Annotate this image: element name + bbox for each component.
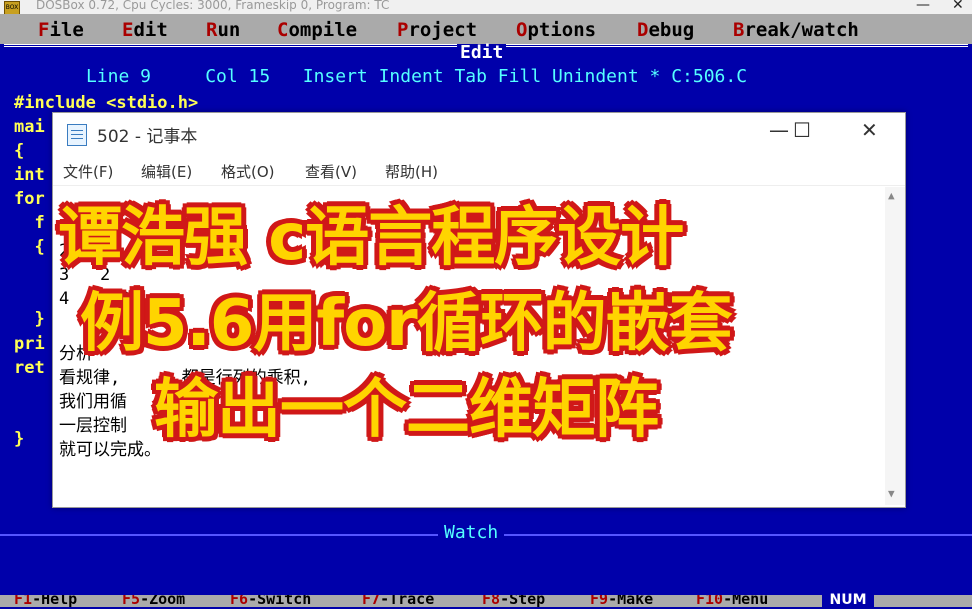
notepad-titlebar[interactable]: 502 - 记事本 — ☐ ✕ — [53, 113, 905, 155]
dosbox-minimize-button[interactable]: — — [916, 0, 930, 13]
dosbox-close-button[interactable]: ✕ — [952, 0, 964, 13]
code-line[interactable]: for — [14, 188, 45, 210]
code-line[interactable]: int — [14, 164, 45, 186]
code-line[interactable]: { — [14, 140, 24, 162]
notepad-minimize-button[interactable]: — — [769, 118, 789, 142]
code-line[interactable]: } — [14, 308, 44, 330]
dosbox-window-title: DOSBox 0.72, Cpu Cycles: 3000, Frameskip… — [36, 0, 390, 12]
tc-menubar: File Edit Run Compile Project Options De… — [0, 14, 972, 44]
scroll-up-arrow-icon[interactable]: ▲ — [888, 189, 895, 202]
num-lock-indicator: NUM — [822, 592, 874, 608]
menu-break-watch[interactable]: Break/watch — [733, 19, 859, 41]
fkey-zoom[interactable]: F5-Zoom — [122, 595, 185, 607]
notepad-vertical-scrollbar[interactable]: ▲ ▼ — [885, 187, 905, 505]
notepad-menu-help[interactable]: 帮助(H) — [385, 161, 438, 182]
code-line[interactable]: mai — [14, 116, 45, 138]
overlay-caption-line-1: 谭浩强 c语言程序设计 — [58, 201, 684, 275]
menu-options[interactable]: Options — [516, 19, 596, 41]
notepad-menubar: 文件(F) 编辑(E) 格式(O) 查看(V) 帮助(H) — [53, 155, 905, 186]
notepad-title: 502 - 记事本 — [97, 127, 198, 147]
notepad-menu-view[interactable]: 查看(V) — [305, 161, 357, 182]
scroll-down-arrow-icon[interactable]: ▼ — [888, 487, 895, 500]
overlay-caption-line-2: 例5.6用for循环的嵌套 — [80, 287, 733, 361]
fkey-make[interactable]: F9-Make — [590, 595, 653, 607]
notepad-menu-file[interactable]: 文件(F) — [63, 161, 113, 182]
watch-window-title: Watch — [438, 522, 505, 543]
notepad-icon — [67, 124, 87, 146]
notepad-menu-edit[interactable]: 编辑(E) — [141, 161, 192, 182]
code-line[interactable]: { — [14, 236, 44, 258]
code-line[interactable]: } — [14, 428, 24, 450]
menu-compile[interactable]: Compile — [277, 19, 357, 41]
fkey-help[interactable]: F1-Help — [14, 595, 77, 607]
code-line[interactable]: ret — [14, 357, 45, 379]
notepad-close-button[interactable]: ✕ — [861, 118, 878, 142]
fkey-menu[interactable]: F10-Menu — [696, 595, 768, 607]
notepad-menu-format[interactable]: 格式(O) — [221, 161, 275, 182]
code-line[interactable]: f — [14, 212, 44, 234]
overlay-caption-line-3: 输出一个二维矩阵 — [154, 373, 659, 447]
menu-run[interactable]: Run — [206, 19, 240, 41]
code-line[interactable]: pri — [14, 333, 45, 355]
code-line[interactable]: #include <stdio.h> — [14, 92, 198, 114]
editor-status-line: Line 9 Col 15 Insert Indent Tab Fill Uni… — [86, 66, 748, 87]
menu-project[interactable]: Project — [397, 19, 477, 41]
fkey-step[interactable]: F8-Step — [482, 595, 545, 607]
fkey-switch[interactable]: F6-Switch — [230, 595, 311, 607]
notepad-maximize-button[interactable]: ☐ — [793, 118, 811, 142]
dosbox-titlebar: BOX DOSBox 0.72, Cpu Cycles: 3000, Frame… — [0, 0, 972, 15]
dosbox-icon: BOX — [4, 1, 20, 15]
menu-debug[interactable]: Debug — [637, 19, 694, 41]
menu-edit[interactable]: Edit — [122, 19, 168, 41]
menu-file[interactable]: File — [38, 19, 84, 41]
notepad-line: 就可以完成。 — [59, 440, 161, 460]
fkey-trace[interactable]: F7-Trace — [362, 595, 434, 607]
edit-window-title: Edit — [457, 44, 507, 62]
